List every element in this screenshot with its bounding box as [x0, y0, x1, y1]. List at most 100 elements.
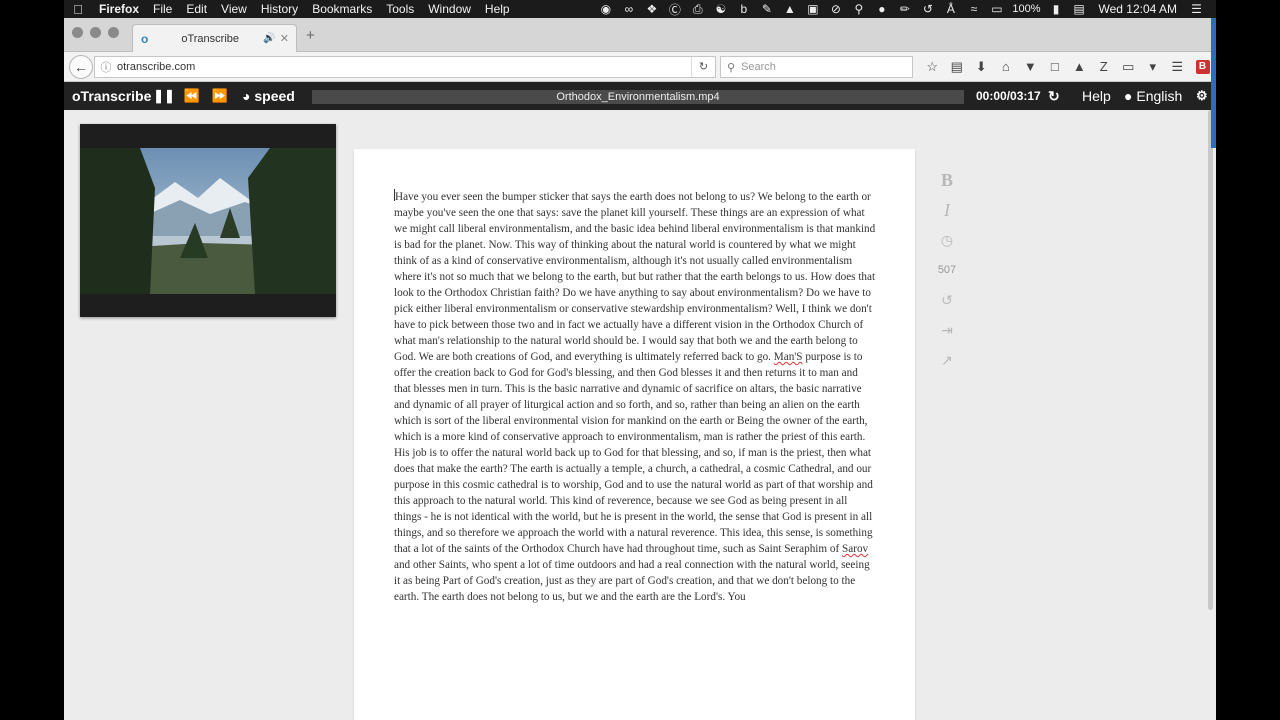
speed-label: speed	[254, 88, 295, 104]
record-icon[interactable]: ◉	[594, 2, 617, 16]
import-icon[interactable]: ⇥	[941, 315, 953, 345]
fast-forward-icon[interactable]: ⏩	[206, 88, 234, 104]
rewind-icon[interactable]: ⏪	[178, 88, 206, 104]
airplay-icon[interactable]: ▭	[985, 2, 1008, 16]
bluetooth-icon[interactable]: Å	[939, 2, 962, 16]
speed-control[interactable]: ◕ speed	[234, 88, 307, 104]
pocket-icon[interactable]: ▼	[1018, 57, 1043, 77]
menu-app-name[interactable]: Firefox	[92, 2, 146, 16]
misspelled-word[interactable]: Man'S	[774, 351, 803, 363]
reading-list-icon[interactable]: ▤	[945, 57, 970, 77]
zoom-window-button[interactable]	[108, 27, 119, 38]
transcript-part-3: and other Saints, who spent a lot of tim…	[394, 559, 870, 603]
menu-help[interactable]: Help	[478, 2, 517, 16]
menu-tools[interactable]: Tools	[379, 2, 421, 16]
list-icon[interactable]: ☰	[1185, 2, 1208, 16]
close-window-button[interactable]	[72, 27, 83, 38]
info-icon[interactable]: ⓘ	[95, 59, 117, 75]
media-filename: Orthodox_Environmentalism.mp4	[556, 91, 720, 103]
search-icon[interactable]: ⚲	[847, 2, 870, 16]
scrollbar-thumb[interactable]	[1208, 110, 1213, 610]
menu-window[interactable]: Window	[421, 2, 478, 16]
menu-file[interactable]: File	[146, 2, 179, 16]
video-scene-image	[80, 148, 336, 294]
media-time: 00:00/03:17	[976, 89, 1041, 103]
menu-edit[interactable]: Edit	[179, 2, 214, 16]
b-icon[interactable]: b	[732, 2, 755, 16]
blocked-icon[interactable]: ⊘	[824, 2, 847, 16]
page-scrollbar[interactable]	[1208, 110, 1214, 720]
c-icon[interactable]: Ⓒ	[663, 1, 686, 18]
bookmark-star-icon[interactable]: ☆	[920, 57, 945, 77]
globe-icon: ●	[1124, 88, 1133, 104]
misspelled-word[interactable]: Sarov	[842, 543, 868, 555]
transcript-text[interactable]: Have you ever seen the bumper sticker th…	[394, 189, 876, 605]
transcript-part-1: Have you ever seen the bumper sticker th…	[394, 191, 876, 363]
b-extension-icon[interactable]: B	[1195, 60, 1210, 74]
wifi-icon[interactable]: ≈	[962, 2, 985, 16]
apple-icon[interactable]: 	[64, 2, 92, 17]
main-content: Have you ever seen the bumper sticker th…	[64, 110, 1216, 720]
extension-icon[interactable]: □	[1043, 57, 1068, 77]
upload-icon[interactable]: ▲	[1067, 57, 1092, 77]
language-selector[interactable]: ● English	[1124, 82, 1182, 110]
url-text[interactable]: otranscribe.com	[117, 61, 691, 73]
tab-title: oTranscribe	[181, 32, 239, 45]
app-brand[interactable]: oTranscribe	[64, 88, 151, 104]
export-icon[interactable]: ↗	[941, 345, 953, 375]
edit-icon[interactable]: ✏	[893, 2, 916, 16]
back-button[interactable]: ←	[69, 55, 93, 79]
timestamp-clock-icon[interactable]: ◷	[941, 225, 953, 255]
time-machine-icon[interactable]: ↺	[916, 2, 939, 16]
download-icon[interactable]: ⬇	[969, 57, 994, 77]
dropdown-icon[interactable]: ▾	[1141, 57, 1166, 77]
speaker-icon[interactable]: 🔊	[263, 33, 275, 44]
language-label: English	[1136, 88, 1183, 104]
new-tab-button[interactable]: +	[306, 27, 315, 44]
user-card-icon[interactable]: ▤	[1068, 2, 1091, 16]
transcript-part-2: purpose is to offer the creation back to…	[394, 351, 873, 555]
history-icon[interactable]: ↺	[941, 285, 953, 315]
macos-menubar:  Firefox File Edit View History Bookmar…	[64, 0, 1216, 18]
home-icon[interactable]: ⌂	[994, 57, 1019, 77]
search-placeholder[interactable]: Search	[741, 61, 776, 73]
tab-otranscribe[interactable]: o oTranscribe 🔊 ✕	[132, 24, 297, 52]
media-progress-bar[interactable]: Orthodox_Environmentalism.mp4	[312, 90, 964, 104]
menu-view[interactable]: View	[214, 2, 254, 16]
reload-icon[interactable]: ↻	[691, 57, 715, 77]
video-player[interactable]	[80, 124, 336, 317]
otranscribe-toolbar: oTranscribe ❚❚ ⏪ ⏩ ◕ speed Orthodox_Envi…	[64, 82, 1216, 110]
italic-button[interactable]: I	[944, 195, 950, 225]
url-bar[interactable]: ⓘ otranscribe.com ↻	[94, 56, 716, 78]
hamburger-menu-icon[interactable]: ☰	[1165, 57, 1190, 77]
reset-icon[interactable]: ↻	[1048, 82, 1060, 110]
formatting-sidebar: B I ◷ 507 ↺ ⇥ ↗	[932, 165, 962, 375]
pen-icon[interactable]: ✎	[755, 2, 778, 16]
video-frame	[80, 148, 336, 294]
pause-icon[interactable]: ❚❚	[150, 88, 178, 104]
menu-history[interactable]: History	[254, 2, 305, 16]
accessibility-icon[interactable]: ☯	[709, 2, 732, 16]
infinity-icon[interactable]: ∞	[617, 2, 640, 16]
menu-bookmarks[interactable]: Bookmarks	[305, 2, 379, 16]
search-bar[interactable]: ⚲ Search	[720, 56, 913, 78]
battery-icon[interactable]: ▮	[1045, 2, 1068, 16]
minimize-window-button[interactable]	[90, 27, 101, 38]
globe-icon[interactable]: ●	[870, 2, 893, 16]
otranscribe-favicon-icon: o	[141, 31, 149, 46]
battery-percentage: 100%	[1012, 3, 1041, 15]
browser-window: o oTranscribe 🔊 ✕ + ← ⓘ otranscribe.com …	[64, 18, 1216, 720]
transcript-editor[interactable]: Have you ever seen the bumper sticker th…	[354, 149, 915, 720]
camera-icon[interactable]: ▣	[801, 2, 824, 16]
page-icon[interactable]: ▭	[1116, 57, 1141, 77]
tab-bar: o oTranscribe 🔊 ✕ +	[64, 18, 1216, 52]
bold-button[interactable]: B	[941, 165, 953, 195]
settings-gear-icon[interactable]: ⚙	[1196, 82, 1208, 110]
menubar-clock[interactable]: Wed 12:04 AM	[1091, 2, 1186, 16]
dropbox-icon[interactable]: ❖	[640, 2, 663, 16]
close-tab-icon[interactable]: ✕	[280, 32, 289, 45]
printer-icon[interactable]: ⎙	[686, 2, 709, 17]
zotero-icon[interactable]: Z	[1092, 57, 1117, 77]
drive-icon[interactable]: ▲	[778, 2, 801, 16]
help-button[interactable]: Help	[1082, 82, 1111, 110]
